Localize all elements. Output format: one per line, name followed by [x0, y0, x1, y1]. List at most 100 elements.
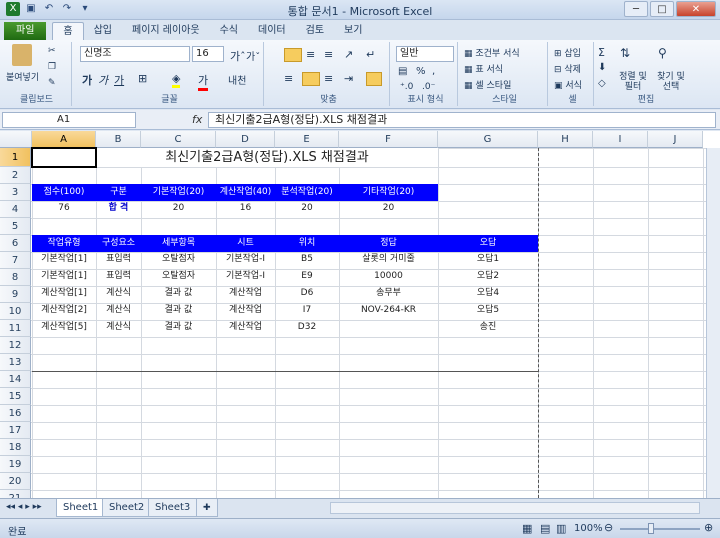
phonetic-icon[interactable]: 내천	[228, 72, 246, 87]
detail-cell[interactable]: 결과 값	[141, 286, 216, 303]
align-right-icon[interactable]: ≡	[324, 72, 333, 85]
detail-cell[interactable]: 오탈점자	[141, 252, 216, 269]
column-header-b[interactable]: B	[96, 131, 141, 148]
detail-cell[interactable]: 계산작업[5]	[32, 320, 96, 337]
sheet-tab-2[interactable]: Sheet2	[102, 499, 152, 517]
find-select-button[interactable]: 찾기 및 선택	[652, 72, 690, 92]
row-header-17[interactable]: 17	[0, 422, 31, 439]
format-cells-button[interactable]: ▣ 서식	[554, 78, 582, 91]
row-header-4[interactable]: 4	[0, 201, 31, 218]
column-header-g[interactable]: G	[438, 131, 538, 148]
maximize-button[interactable]: □	[650, 1, 674, 17]
detail-cell[interactable]: D32	[275, 320, 339, 337]
detail-cell[interactable]: 오답2	[438, 269, 538, 286]
column-header-d[interactable]: D	[216, 131, 275, 148]
clear-icon[interactable]: ◇	[598, 78, 606, 89]
name-box[interactable]: A1	[2, 112, 136, 128]
find-select-icon[interactable]: ⚲	[658, 46, 667, 60]
detail-cell[interactable]: 송진	[438, 320, 538, 337]
border-icon[interactable]: ⊞	[138, 72, 147, 85]
font-size-combo[interactable]: 16	[192, 46, 224, 62]
row-header-13[interactable]: 13	[0, 354, 31, 371]
detail-cell[interactable]: 결과 값	[141, 303, 216, 320]
detail-cell[interactable]: I7	[275, 303, 339, 320]
align-center-icon[interactable]	[302, 72, 320, 86]
autosum-icon[interactable]: Σ	[598, 46, 605, 59]
sort-filter-icon[interactable]: ⇅	[620, 46, 630, 60]
column-header-i[interactable]: I	[593, 131, 648, 148]
detail-cell[interactable]: B5	[275, 252, 339, 269]
tab-insert[interactable]: 삽입	[84, 22, 122, 40]
fill-icon[interactable]: ⬇	[598, 62, 606, 73]
column-header-f[interactable]: F	[339, 131, 438, 148]
tab-review[interactable]: 검토	[296, 22, 334, 40]
detail-cell[interactable]: 표입력	[96, 269, 141, 286]
detail-cell[interactable]: 계산식	[96, 320, 141, 337]
merge-center-icon[interactable]	[366, 72, 382, 86]
cut-icon[interactable]: ✂	[48, 46, 56, 56]
detail-cell[interactable]: 계산작업[1]	[32, 286, 96, 303]
tab-home[interactable]: 홈	[52, 22, 84, 40]
paste-button[interactable]	[12, 44, 32, 66]
zoom-level[interactable]: 100%	[574, 523, 603, 534]
indent-icon[interactable]: ⇥	[344, 72, 353, 85]
sheet-nav-icon[interactable]: ◂◂ ◂ ▸ ▸▸	[6, 502, 42, 512]
minimize-button[interactable]: ─	[624, 1, 648, 17]
detail-cell[interactable]: D6	[275, 286, 339, 303]
conditional-format-button[interactable]: ▦ 조건부 서식	[464, 46, 520, 59]
decrease-decimal-icon[interactable]: .0⁻	[422, 82, 435, 92]
tab-file[interactable]: 파일	[4, 22, 47, 40]
detail-cell[interactable]: E9	[275, 269, 339, 286]
column-header-c[interactable]: C	[141, 131, 216, 148]
format-table-button[interactable]: ▦ 표 서식	[464, 62, 503, 75]
copy-icon[interactable]: ❐	[48, 62, 56, 72]
page-layout-view-icon[interactable]: ▤	[540, 522, 550, 535]
page-break-view-icon[interactable]: ▥	[556, 522, 566, 535]
detail-cell[interactable]: 계산작업	[216, 303, 275, 320]
row-header-2[interactable]: 2	[0, 167, 31, 184]
delete-cells-button[interactable]: ⊟ 삭제	[554, 62, 581, 75]
row-header-10[interactable]: 10	[0, 303, 31, 320]
detail-cell[interactable]: 송무부	[339, 286, 438, 303]
detail-cell[interactable]: 기본작업-I	[216, 252, 275, 269]
detail-cell[interactable]: 계산식	[96, 303, 141, 320]
row-header-11[interactable]: 11	[0, 320, 31, 337]
underline-icon[interactable]: 가	[114, 72, 124, 88]
zoom-slider-thumb[interactable]	[648, 523, 654, 534]
tab-formulas[interactable]: 수식	[210, 22, 248, 40]
horizontal-scrollbar[interactable]	[330, 502, 700, 514]
detail-cell[interactable]: 오탈점자	[141, 269, 216, 286]
detail-cell[interactable]: 표입력	[96, 252, 141, 269]
detail-cell[interactable]: 결과 값	[141, 320, 216, 337]
detail-cell[interactable]: 오답5	[438, 303, 538, 320]
detail-cell[interactable]: 오답4	[438, 286, 538, 303]
fx-icon[interactable]: fx	[192, 113, 202, 126]
close-button[interactable]: ✕	[676, 1, 716, 17]
top-align-icon[interactable]	[284, 48, 302, 62]
font-color-icon[interactable]: 가	[198, 72, 209, 91]
row-header-1[interactable]: 1	[0, 148, 31, 167]
row-header-19[interactable]: 19	[0, 456, 31, 473]
zoom-in-icon[interactable]: ⊕	[704, 521, 713, 534]
grow-font-icon[interactable]: 가ˆ	[230, 48, 246, 64]
increase-decimal-icon[interactable]: ⁺.0	[400, 82, 413, 92]
currency-icon[interactable]: ▤	[398, 66, 407, 77]
percent-icon[interactable]: %	[416, 66, 426, 77]
row-header-21[interactable]: 21	[0, 490, 31, 498]
detail-cell[interactable]: 오답1	[438, 252, 538, 269]
row-header-15[interactable]: 15	[0, 388, 31, 405]
row-header-14[interactable]: 14	[0, 371, 31, 388]
row-header-5[interactable]: 5	[0, 218, 31, 235]
format-painter-icon[interactable]: ✎	[48, 78, 56, 88]
active-cell-a1[interactable]	[31, 147, 97, 168]
row-header-20[interactable]: 20	[0, 473, 31, 490]
column-header-a[interactable]: A	[32, 131, 96, 148]
worksheet-grid[interactable]: A B C D E F G H I J 1 2 3 4 5 6 7 8 9 10 11 12 13 14 15 16 17 18 19 2…	[0, 131, 720, 498]
number-format-combo[interactable]: 일반	[396, 46, 454, 62]
zoom-slider[interactable]	[620, 528, 700, 530]
row-header-12[interactable]: 12	[0, 337, 31, 354]
row-header-9[interactable]: 9	[0, 286, 31, 303]
align-left-icon[interactable]: ≡	[284, 72, 293, 85]
font-name-combo[interactable]: 신명조	[80, 46, 190, 62]
column-header-e[interactable]: E	[275, 131, 339, 148]
